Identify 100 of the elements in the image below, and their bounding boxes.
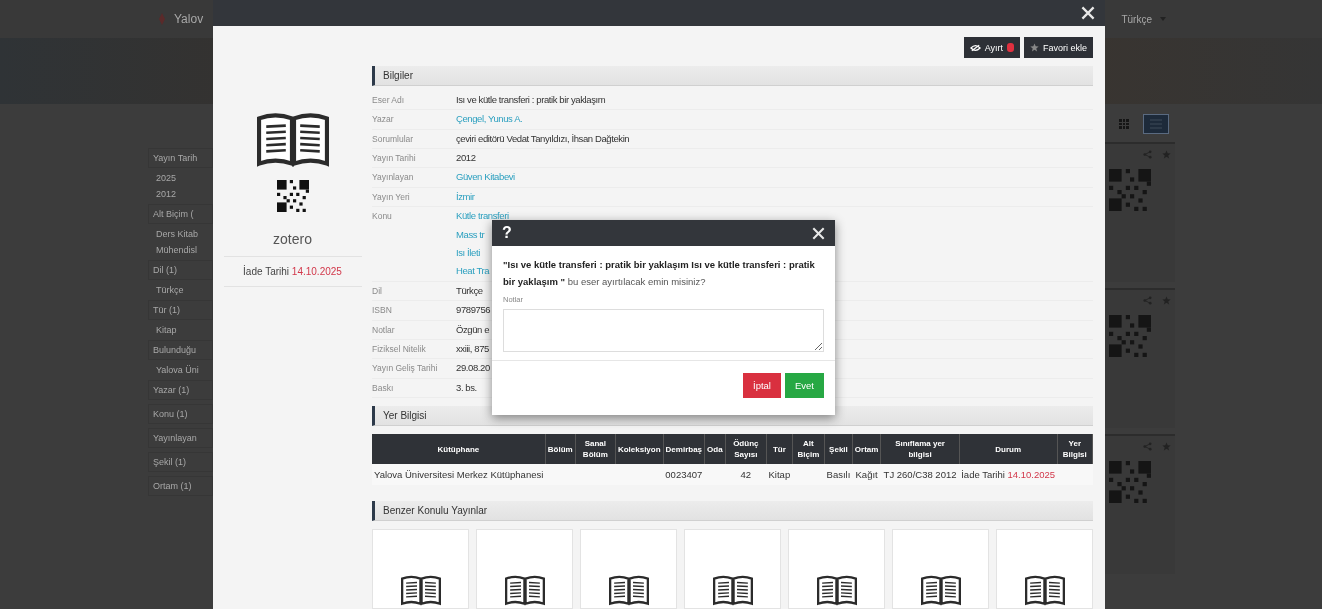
confirm-button[interactable]: Evet: [785, 373, 824, 398]
section-header: Bilgiler: [372, 66, 1093, 86]
badge-icon: [1007, 43, 1014, 52]
due-date-text: İade Tarihi 14.10.2025: [243, 266, 342, 277]
book-icon: [400, 574, 441, 606]
field-value: 29.08.20: [456, 361, 490, 376]
column-header: Oda: [704, 433, 726, 465]
filter-heading[interactable]: Alt Biçim (: [148, 204, 213, 224]
book-icon: [608, 574, 649, 606]
cancel-button[interactable]: İptal: [743, 373, 781, 398]
field-label: Yayın Geliş Tarihi: [372, 362, 439, 374]
star-icon: [1162, 150, 1171, 159]
field-value: xxiii, 875: [456, 342, 489, 356]
field-value: 9789756: [456, 303, 491, 318]
qr-code-icon: [276, 180, 309, 212]
reserve-button[interactable]: Ayırt: [963, 37, 1020, 58]
similar-item-card[interactable]: [788, 529, 885, 609]
filter-option[interactable]: Ders Kitab: [148, 228, 213, 240]
book-icon: [712, 574, 753, 606]
column-header: Alt Biçim: [792, 433, 825, 465]
grid-icon: [1119, 119, 1129, 129]
filter-heading[interactable]: Yayınlayan: [148, 428, 213, 448]
field-label: Fiziksel Nitelik: [372, 343, 427, 354]
filter-option[interactable]: Türkçe: [148, 284, 213, 296]
list-view-button[interactable]: [1143, 114, 1169, 134]
close-button[interactable]: [812, 226, 825, 240]
filter-heading[interactable]: Dil (1): [148, 260, 213, 280]
filter-option[interactable]: Yalova Üni: [148, 364, 213, 376]
qr-code-icon: [1109, 461, 1151, 503]
field-value: çeviri editörü Vedat Tanyıldızı, İhsan Dağtekin: [456, 131, 630, 146]
field-link[interactable]: Güven Kitabevi: [456, 168, 515, 187]
book-icon: [1024, 574, 1065, 606]
field-label: Sorumlular: [372, 132, 415, 144]
field-label: Yazar: [372, 113, 395, 125]
field-label: Notlar: [372, 323, 396, 335]
filter-heading[interactable]: Tür (1): [148, 300, 213, 320]
column-header: Kütüphane: [372, 433, 546, 465]
field-label: Yayın Yeri: [372, 190, 411, 202]
qr-code-icon: [1109, 169, 1151, 211]
field-link[interactable]: Çengel, Yunus A.: [456, 110, 523, 129]
field-link[interactable]: İzmir: [456, 187, 475, 207]
book-icon: [256, 110, 329, 168]
field-label: Konu: [372, 210, 393, 222]
close-icon: [1081, 6, 1095, 20]
field-value: Isı ve kütle transferi : pratik bir yaklaşım: [456, 92, 606, 107]
column-header: Sınıflama yer bilgisi: [880, 433, 960, 465]
similar-item-card[interactable]: [580, 529, 677, 609]
similar-item-card[interactable]: [372, 529, 469, 609]
column-header: Bölüm: [545, 433, 576, 465]
filter-heading[interactable]: Konu (1): [148, 404, 213, 424]
filter-option[interactable]: Mühendisl: [148, 244, 213, 256]
column-header: Demirbaş: [663, 433, 705, 465]
field-link[interactable]: Kütle transferi: [456, 207, 509, 226]
field-label: Baskı: [372, 381, 395, 393]
star-icon: [1162, 442, 1171, 451]
column-header: Yer Bilgisi: [1057, 433, 1093, 465]
section-header: Benzer Konulu Yayınlar: [372, 501, 1093, 521]
notes-field[interactable]: [503, 309, 824, 352]
close-button[interactable]: [1081, 6, 1095, 20]
star-icon: [1030, 43, 1039, 52]
similar-item-card[interactable]: [996, 529, 1093, 609]
column-header: Tür: [766, 433, 793, 465]
table-cell: Basılı: [826, 469, 851, 481]
filter-option[interactable]: 2025: [148, 172, 213, 184]
logo-icon: [158, 13, 166, 25]
table-cell: 0023407: [665, 469, 703, 481]
question-mark: ?: [502, 224, 512, 242]
column-header: Ödünç Sayısı: [725, 433, 767, 465]
language-select[interactable]: Türkçe: [1115, 12, 1172, 26]
column-header: Koleksiyon: [615, 433, 664, 465]
table-cell: Yalova Üniversitesi Merkez Kütüphanesi: [374, 469, 544, 481]
field-value: 3. bs.: [456, 380, 477, 395]
column-header: Ortam: [852, 433, 881, 465]
book-icon: [920, 574, 961, 606]
filter-option[interactable]: Kitap: [148, 324, 213, 336]
filter-heading[interactable]: Yayın Tarih: [148, 148, 213, 168]
close-icon: [812, 226, 825, 240]
book-icon: [816, 574, 857, 606]
book-icon: [504, 574, 545, 606]
filter-heading[interactable]: Bulunduğu: [148, 340, 213, 360]
similar-item-card[interactable]: [892, 529, 989, 609]
confirm-message: "Isı ve kütle transferi : pratik bir yaklaşım Isı ve kütle transferi : pratik bir yaklaşım " bu eser ayırtılacak emin misiniz?: [503, 258, 816, 289]
field-value: Özgün e: [456, 322, 490, 337]
favorite-button[interactable]: Favori ekle: [1024, 37, 1093, 58]
filter-option[interactable]: 2012: [148, 188, 213, 200]
field-value: 2012: [456, 150, 476, 165]
eye-slash-icon: [969, 43, 981, 52]
status-text: İade Tarihi 14.10.2025: [961, 469, 1056, 481]
zotero-link[interactable]: zotero: [273, 231, 312, 247]
filter-heading[interactable]: Ortam (1): [148, 476, 213, 496]
filter-heading[interactable]: Şekil (1): [148, 452, 213, 472]
field-value: Türkçe: [456, 283, 483, 298]
similar-item-card[interactable]: [476, 529, 573, 609]
filter-heading[interactable]: Yazar (1): [148, 380, 213, 400]
column-header: Sanal Bölüm: [575, 433, 616, 465]
similar-item-card[interactable]: [684, 529, 781, 609]
column-header: Şekil: [824, 433, 853, 465]
field-label: Yayın Tarihi: [372, 151, 417, 163]
column-header: Durum: [959, 433, 1058, 465]
table-cell: TJ 260/C38 2012: [883, 469, 957, 481]
